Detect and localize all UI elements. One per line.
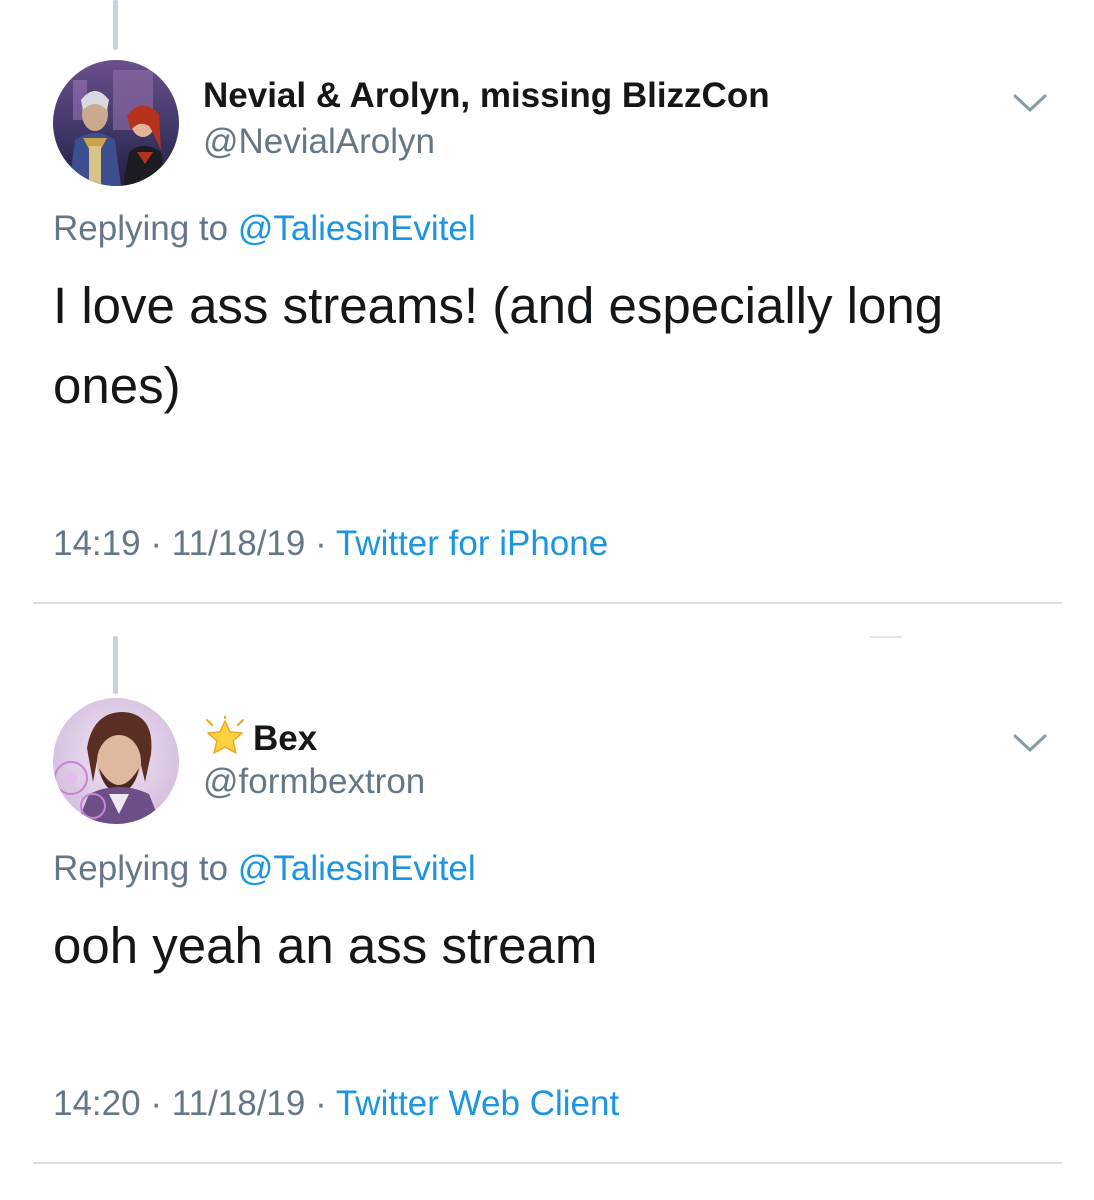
- tweet-date[interactable]: 11/18/19: [172, 524, 306, 563]
- tweet-time[interactable]: 14:19: [53, 524, 141, 563]
- meta-separator: ·: [305, 524, 336, 563]
- avatar[interactable]: [53, 698, 179, 824]
- avatar-image: [53, 60, 179, 186]
- tweet[interactable]: Nevial & Arolyn, missing BlizzCon @Nevia…: [0, 0, 1094, 604]
- tweet-source[interactable]: Twitter for iPhone: [336, 524, 608, 563]
- replying-to-label: Replying to: [53, 209, 238, 248]
- replying-to: Replying to @TaliesinEvitel: [53, 209, 476, 249]
- tweet-metadata: 14:20 · 11/18/19 · Twitter Web Client: [53, 1084, 619, 1124]
- divider-fragment: [870, 636, 902, 638]
- thread-connector-line: [113, 0, 118, 50]
- chevron-down-icon[interactable]: [1012, 92, 1048, 114]
- display-name[interactable]: Nevial & Arolyn, missing BlizzCon: [203, 76, 770, 116]
- meta-separator: ·: [140, 1084, 172, 1123]
- glowing-star-icon: [206, 716, 244, 754]
- tweet-source[interactable]: Twitter Web Client: [336, 1084, 619, 1123]
- avatar-image: [53, 698, 179, 824]
- replying-to-mention[interactable]: @TaliesinEvitel: [238, 209, 476, 248]
- meta-separator: ·: [140, 524, 172, 563]
- replying-to-mention[interactable]: @TaliesinEvitel: [238, 849, 476, 888]
- tweet-metadata: 14:19 · 11/18/19 · Twitter for iPhone: [53, 524, 608, 564]
- tweet[interactable]: Bex @formbextron Replying to @TaliesinEv…: [0, 604, 1094, 1164]
- user-handle[interactable]: @formbextron: [203, 762, 425, 802]
- replying-to: Replying to @TaliesinEvitel: [53, 849, 476, 889]
- tweet-time[interactable]: 14:20: [53, 1084, 141, 1123]
- divider: [33, 1162, 1062, 1164]
- replying-to-label: Replying to: [53, 849, 238, 888]
- chevron-down-icon[interactable]: [1012, 732, 1048, 754]
- meta-separator: ·: [305, 1084, 336, 1123]
- display-name-text[interactable]: Bex: [253, 719, 317, 758]
- display-name[interactable]: Bex: [203, 716, 317, 759]
- tweet-text: I love ass streams! (and especially long…: [53, 277, 944, 414]
- user-handle[interactable]: @NevialArolyn: [203, 122, 435, 162]
- avatar[interactable]: [53, 60, 179, 186]
- tweet-date[interactable]: 11/18/19: [172, 1084, 306, 1123]
- tweet-text: ooh yeah an ass stream: [53, 917, 598, 974]
- thread-connector-line: [113, 636, 118, 694]
